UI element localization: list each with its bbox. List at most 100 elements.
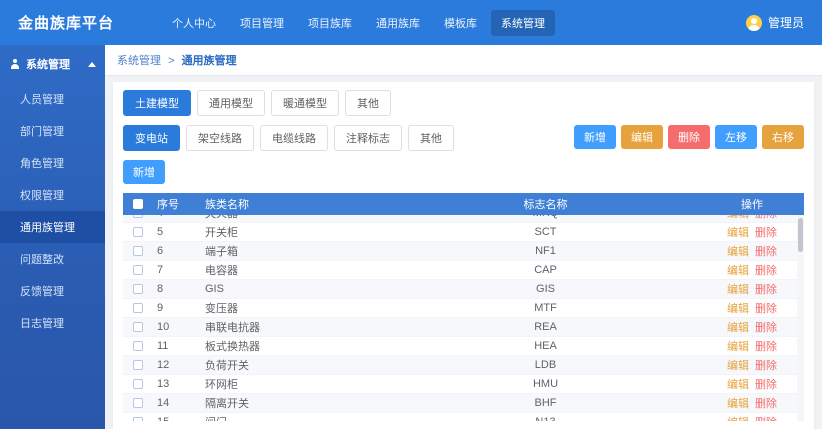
delete-link[interactable]: 删除: [755, 227, 777, 239]
row-actions: 编辑删除: [700, 357, 804, 373]
row-checkbox[interactable]: [133, 284, 143, 294]
row-checkbox[interactable]: [133, 265, 143, 275]
row-index: 8: [157, 283, 164, 295]
row-checkbox[interactable]: [133, 341, 143, 351]
edit-link[interactable]: 编辑: [727, 284, 749, 296]
sidebar-item-5[interactable]: 问题整改: [0, 243, 105, 275]
topnav-item-3[interactable]: 通用族库: [366, 10, 430, 36]
sidebar-item-1[interactable]: 部门管理: [0, 115, 105, 147]
type-tab-2[interactable]: 电缆线路: [260, 125, 328, 151]
page-body: 系统管理 人员管理 部门管理 角色管理 权限管理 通用族管理 问题整改 反馈管理 日志管理 系…: [0, 45, 822, 429]
row-actions: 编辑删除: [700, 281, 804, 297]
row-actions: 编辑删除: [700, 395, 804, 411]
delete-link[interactable]: 删除: [755, 322, 777, 334]
edit-link[interactable]: 编辑: [727, 303, 749, 315]
edit-link[interactable]: 编辑: [727, 215, 749, 220]
top-bar: 金曲族库平台 个人中心 项目管理 项目族库 通用族库 模板库 系统管理 管理员: [0, 0, 822, 45]
user-menu[interactable]: 管理员: [745, 14, 804, 31]
sidebar-item-4[interactable]: 通用族管理: [0, 211, 105, 243]
toolbar-button-2[interactable]: 删除: [668, 125, 710, 149]
type-tab-4[interactable]: 其他: [408, 125, 454, 151]
sidebar-item-2[interactable]: 角色管理: [0, 147, 105, 179]
row-checkbox[interactable]: [133, 322, 143, 332]
delete-link[interactable]: 删除: [755, 284, 777, 296]
header-index: 序号: [157, 199, 179, 211]
edit-link[interactable]: 编辑: [727, 417, 749, 421]
select-all-checkbox[interactable]: [133, 199, 143, 209]
add-row: 新增: [123, 160, 804, 184]
toolbar-button-4[interactable]: 右移: [762, 125, 804, 149]
table-rows: 4灭火器MHQ编辑删除5开关柜SCT编辑删除6端子箱NF1编辑删除7电容器CAP…: [123, 215, 804, 421]
category-tabs: 土建模型 通用模型 暖通模型 其他: [123, 90, 804, 116]
row-index: 13: [157, 378, 170, 390]
edit-link[interactable]: 编辑: [727, 398, 749, 410]
edit-link[interactable]: 编辑: [727, 246, 749, 258]
delete-link[interactable]: 删除: [755, 303, 777, 315]
category-tab-0[interactable]: 土建模型: [123, 90, 191, 116]
topnav-item-1[interactable]: 项目管理: [230, 10, 294, 36]
row-code: CAP: [534, 264, 557, 276]
edit-link[interactable]: 编辑: [727, 322, 749, 334]
person-icon: [9, 58, 21, 70]
sidebar-item-3[interactable]: 权限管理: [0, 179, 105, 211]
row-code: MTF: [534, 302, 557, 314]
row-checkbox[interactable]: [133, 246, 143, 256]
row-checkbox[interactable]: [133, 360, 143, 370]
row-checkbox[interactable]: [133, 227, 143, 237]
edit-link[interactable]: 编辑: [727, 379, 749, 391]
edit-link[interactable]: 编辑: [727, 227, 749, 239]
header-actions: 操作: [741, 199, 763, 211]
toolbar-button-1[interactable]: 编辑: [621, 125, 663, 149]
add-button[interactable]: 新增: [123, 160, 165, 184]
row-name: 电容器: [205, 265, 238, 277]
topnav-item-4[interactable]: 模板库: [434, 10, 487, 36]
delete-link[interactable]: 删除: [755, 265, 777, 277]
sidebar-item-0[interactable]: 人员管理: [0, 83, 105, 115]
row-checkbox-cell: [123, 322, 153, 332]
row-checkbox[interactable]: [133, 215, 143, 218]
header-name: 族类名称: [205, 199, 249, 211]
delete-link[interactable]: 删除: [755, 341, 777, 353]
type-tab-1[interactable]: 架空线路: [186, 125, 254, 151]
scrollbar-thumb[interactable]: [798, 218, 803, 252]
delete-link[interactable]: 删除: [755, 215, 777, 220]
edit-link[interactable]: 编辑: [727, 265, 749, 277]
table-row: 9 变压器 MTF 编辑 删除: [123, 299, 804, 318]
row-actions: 编辑删除: [700, 262, 804, 278]
row-checkbox[interactable]: [133, 379, 143, 389]
type-tab-0[interactable]: 变电站: [123, 125, 180, 151]
row-checkbox-cell: [123, 398, 153, 408]
row-code: BHF: [534, 397, 557, 409]
edit-link[interactable]: 编辑: [727, 341, 749, 353]
table-row: 12 负荷开关 LDB 编辑 删除: [123, 356, 804, 375]
content-card: 土建模型 通用模型 暖通模型 其他 变电站 架空线路 电缆线路 注释标志 其他 新增 编辑 删除左…: [113, 82, 814, 429]
sidebar-item-7[interactable]: 日志管理: [0, 307, 105, 339]
sidebar-group-system[interactable]: 系统管理: [0, 45, 105, 83]
toolbar-button-3[interactable]: 左移: [715, 125, 757, 149]
category-tab-1[interactable]: 通用模型: [197, 90, 265, 116]
row-checkbox[interactable]: [133, 417, 143, 421]
toolbar-button-0[interactable]: 新增: [574, 125, 616, 149]
table-row: 4灭火器MHQ 编辑 删除: [123, 215, 804, 223]
delete-link[interactable]: 删除: [755, 398, 777, 410]
delete-link[interactable]: 删除: [755, 417, 777, 421]
delete-link[interactable]: 删除: [755, 246, 777, 258]
row-code: HMU: [532, 378, 559, 390]
row-checkbox[interactable]: [133, 398, 143, 408]
edit-link[interactable]: 编辑: [727, 360, 749, 372]
type-tab-3[interactable]: 注释标志: [334, 125, 402, 151]
category-tab-3[interactable]: 其他: [345, 90, 391, 116]
topnav-item-0[interactable]: 个人中心: [162, 10, 226, 36]
topnav-item-2[interactable]: 项目族库: [298, 10, 362, 36]
category-tab-2[interactable]: 暖通模型: [271, 90, 339, 116]
row-actions: 编辑删除: [700, 338, 804, 354]
table-scrollbar[interactable]: [797, 215, 804, 421]
topnav-item-5[interactable]: 系统管理: [491, 9, 556, 36]
delete-link[interactable]: 删除: [755, 360, 777, 372]
row-checkbox[interactable]: [133, 303, 143, 313]
sidebar-item-6[interactable]: 反馈管理: [0, 275, 105, 307]
row-name: 串联电抗器: [205, 322, 260, 334]
row-code: GIS: [536, 283, 555, 295]
delete-link[interactable]: 删除: [755, 379, 777, 391]
breadcrumb-parent[interactable]: 系统管理: [117, 55, 161, 67]
